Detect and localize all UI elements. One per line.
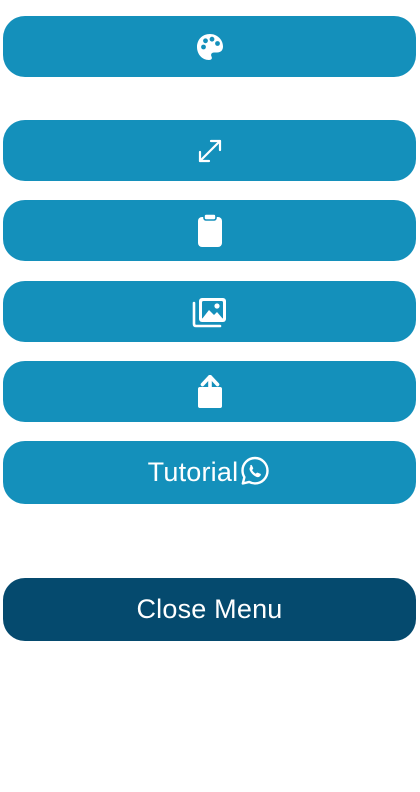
close-menu-button[interactable]: Close Menu xyxy=(3,578,416,641)
whatsapp-icon xyxy=(238,456,271,487)
images-icon xyxy=(192,296,228,328)
clipboard-icon xyxy=(197,213,223,248)
close-menu-label: Close Menu xyxy=(136,594,283,624)
expand-arrows-icon xyxy=(196,137,224,165)
fullscreen-button[interactable] xyxy=(3,120,416,181)
clipboard-button[interactable] xyxy=(3,200,416,261)
share-button[interactable] xyxy=(3,361,416,422)
gallery-button[interactable] xyxy=(3,281,416,342)
tutorial-button[interactable]: Tutorial xyxy=(3,441,416,504)
tutorial-label: Tutorial xyxy=(147,457,239,487)
menu-panel: Tutorial Close Menu xyxy=(0,0,420,792)
palette-icon xyxy=(195,32,225,62)
tutorial-content: Tutorial xyxy=(147,456,272,487)
share-upload-icon xyxy=(196,374,224,409)
theme-button[interactable] xyxy=(3,16,416,77)
